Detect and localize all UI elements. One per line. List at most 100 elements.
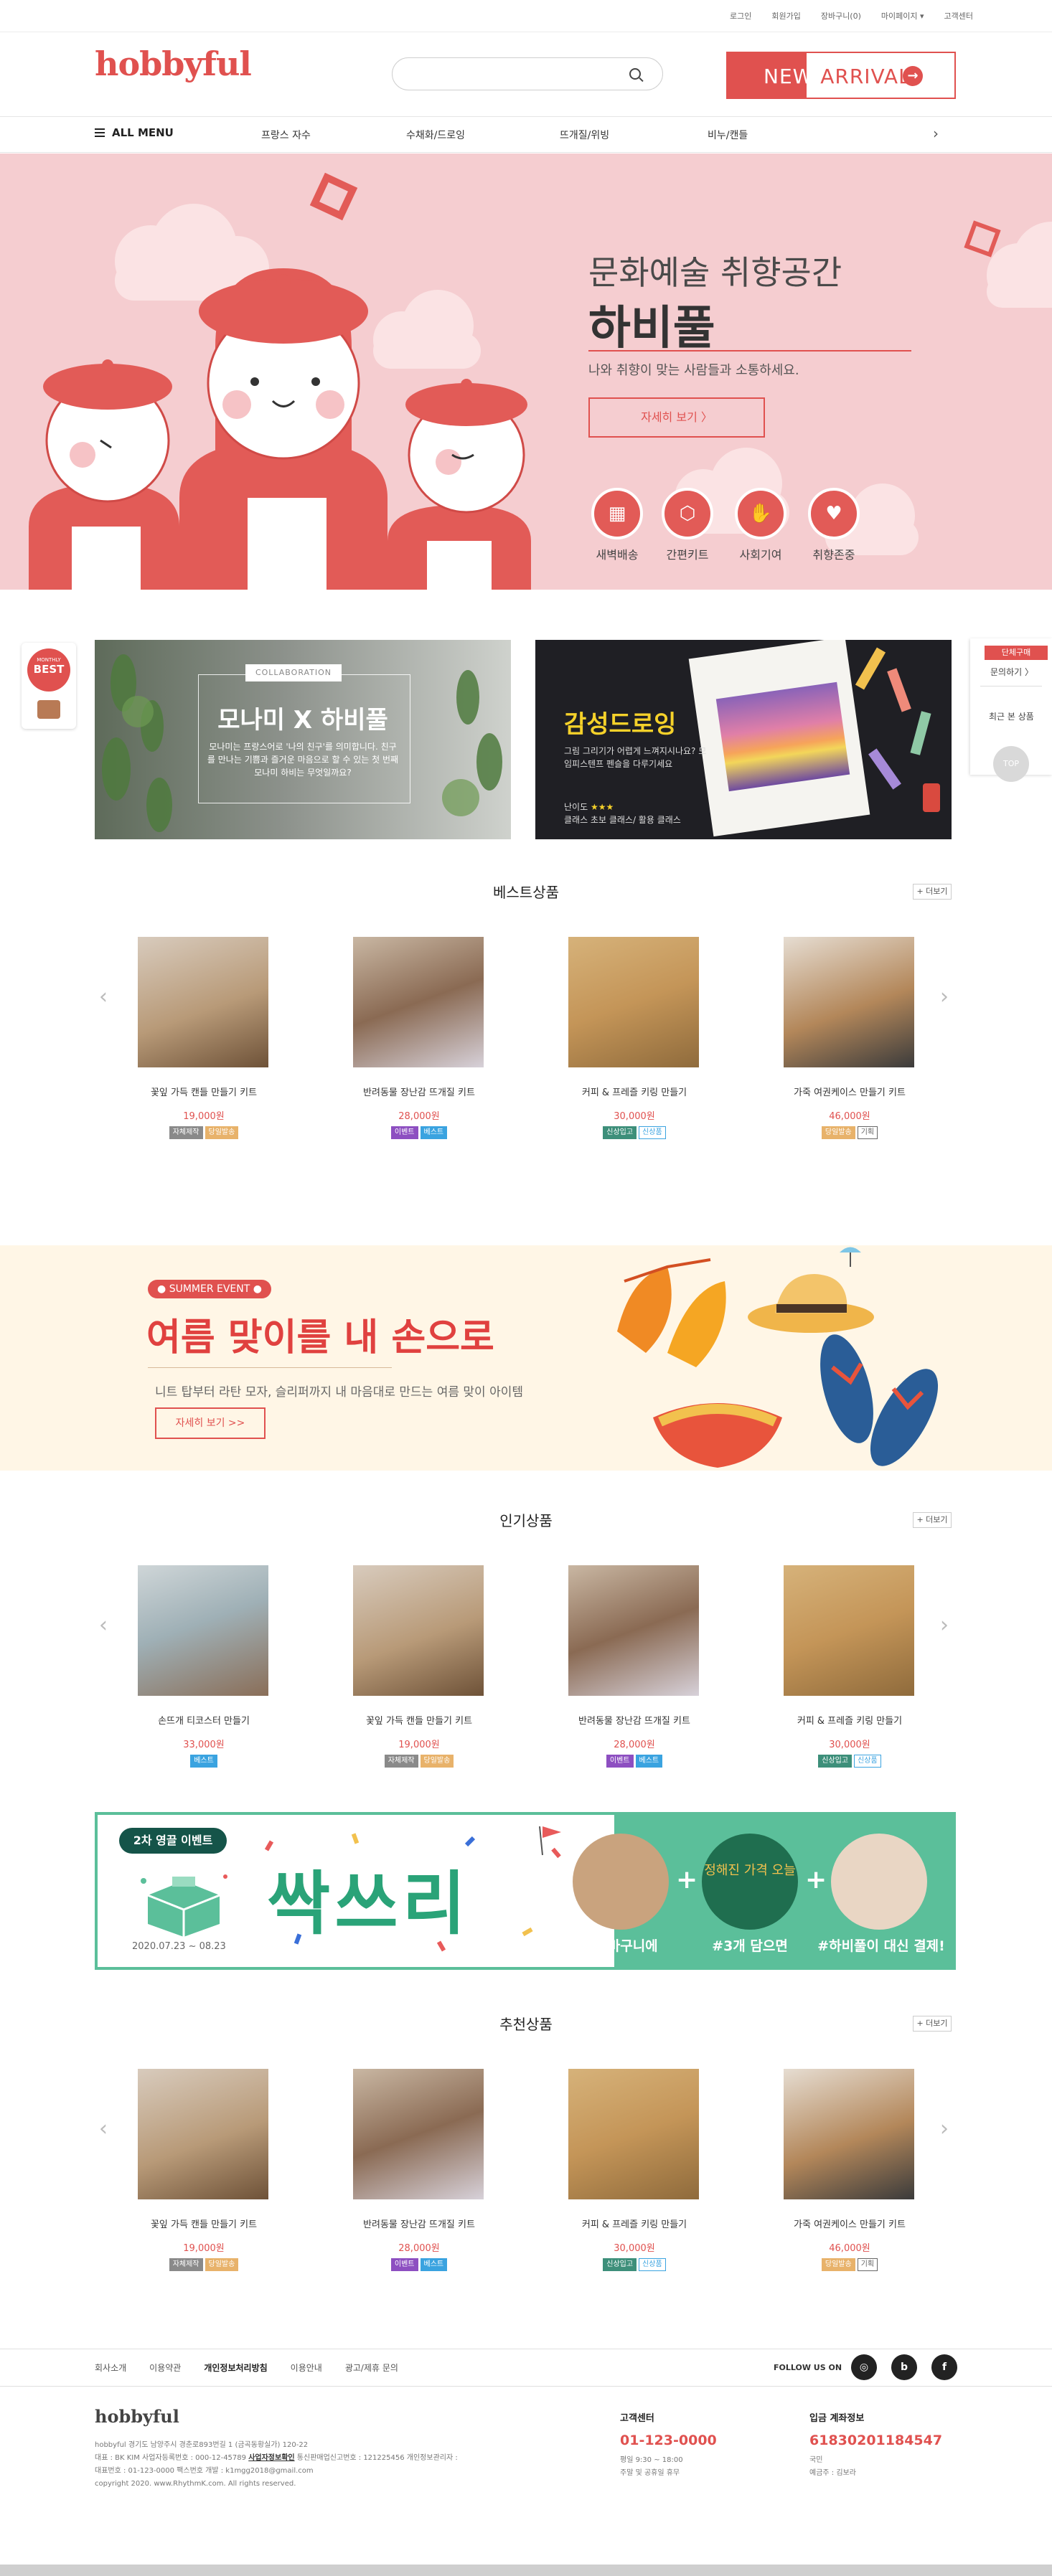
new-arrival-label: NEW ARRIVAL — [764, 65, 911, 88]
heart-icon: ♥ — [808, 488, 860, 539]
summer-event-banner[interactable]: ● SUMMER EVENT ● 여름 맞이를 내 손으로 니트 탑부터 라탄 … — [0, 1245, 1052, 1471]
product-name[interactable]: 가죽 여권케이스 만들기 키트 — [784, 2217, 916, 2230]
nav-item-watercolor[interactable]: 수채화/드로잉 — [406, 128, 465, 142]
product-card[interactable]: 커피 & 프레즐 키링 만들기 30,000원 신상입고 신상품 — [568, 2069, 700, 2271]
footer-link-partnership[interactable]: 광고/제휴 문의 — [345, 2362, 398, 2374]
all-menu-button[interactable]: ALL MENU — [95, 126, 174, 139]
scroll-top-button[interactable]: TOP — [993, 746, 1029, 782]
search-bar[interactable] — [392, 57, 663, 90]
more-button-recommend[interactable]: + 더보기 — [913, 2016, 952, 2032]
product-card[interactable]: 반려동물 장난감 뜨개질 키트 28,000원 이벤트 베스트 — [353, 2069, 485, 2271]
instagram-icon[interactable]: ◎ — [851, 2354, 877, 2380]
chevron-left-icon[interactable]: ‹ — [99, 984, 108, 1009]
nav-item-knitting[interactable]: 뜨개질/위빙 — [560, 128, 609, 142]
summer-detail-button[interactable]: 자세히 보기 >> — [155, 1407, 266, 1439]
feature-label: 간편키트 — [666, 548, 709, 562]
level-stars: ★★★ — [590, 802, 614, 812]
product-name[interactable]: 커피 & 프레즐 키링 만들기 — [568, 1085, 700, 1098]
search-input[interactable] — [407, 58, 622, 90]
blog-icon[interactable]: b — [891, 2354, 917, 2380]
product-image[interactable] — [568, 1565, 699, 1696]
new-arrival-button[interactable]: NEW ARRIVAL → — [726, 52, 956, 99]
util-menu-item[interactable]: 장바구니(0) — [821, 10, 861, 22]
chevron-left-icon[interactable]: ‹ — [99, 1613, 108, 1638]
util-menu-item[interactable]: 회원가입 — [771, 10, 800, 22]
recent-viewed-label[interactable]: 최근 본 상품 — [989, 710, 1034, 722]
arrival-label: ARRIVAL — [820, 65, 911, 88]
chevron-right-icon[interactable]: › — [933, 125, 939, 142]
group-purchase-badge[interactable]: 단체구매 — [985, 646, 1048, 660]
nav-item-soap[interactable]: 비누/캔들 — [708, 128, 748, 142]
product-name[interactable]: 가죽 여권케이스 만들기 키트 — [784, 1085, 916, 1098]
product-card[interactable]: 커피 & 프레즐 키링 만들기 30,000원 신상입고 신상품 — [568, 937, 700, 1139]
product-name[interactable]: 손뜨개 티코스터 만들기 — [138, 1713, 270, 1727]
product-card[interactable]: 꽃잎 가득 캔들 만들기 키트 19,000원 자체제작 당일발송 — [138, 2069, 270, 2271]
product-price: 30,000원 — [614, 2243, 655, 2254]
search-icon[interactable] — [629, 68, 641, 80]
inquiry-link[interactable]: 문의하기 〉 — [990, 666, 1033, 678]
footer-link-terms[interactable]: 이용약관 — [149, 2362, 181, 2374]
chevron-right-icon[interactable]: › — [940, 984, 949, 1009]
product-image[interactable] — [568, 2069, 699, 2199]
footer-link-privacy[interactable]: 개인정보처리방침 — [204, 2362, 267, 2374]
product-name[interactable]: 반려동물 장난감 뜨개질 키트 — [353, 1085, 485, 1098]
chevron-left-icon[interactable]: ‹ — [99, 2116, 108, 2141]
product-name[interactable]: 꽃잎 가득 캔들 만들기 키트 — [353, 1713, 485, 1727]
event-caption: #3개 담으면 — [712, 1938, 788, 1954]
product-image[interactable] — [353, 937, 484, 1067]
product-card[interactable]: 반려동물 장난감 뜨개질 키트 28,000원이벤트 베스트 — [353, 937, 485, 1139]
drawing-banner[interactable]: 감성드로잉 그림 그리기가 어렵게 느껴지시나요? 모임피스텐프 펜슬을 다루기… — [535, 640, 952, 839]
collab-banner[interactable]: COLLABORATION 모나미 X 하비풀 모나미는 프랑스어로 '나의 친… — [95, 640, 511, 839]
product-image[interactable] — [784, 2069, 914, 2199]
product-card[interactable]: 가죽 여권케이스 만들기 키트 46,000원 당일발송 기획 — [784, 937, 916, 1139]
horizontal-scrollbar[interactable] — [0, 2565, 1052, 2576]
product-image[interactable] — [784, 1565, 914, 1696]
facebook-icon[interactable]: f — [931, 2354, 957, 2380]
product-badge: 당일발송 — [821, 1126, 855, 1139]
product-name[interactable]: 반려동물 장난감 뜨개질 키트 — [568, 1713, 700, 1727]
chevron-right-icon[interactable]: › — [940, 2116, 949, 2141]
chevron-right-icon[interactable]: › — [940, 1613, 949, 1638]
product-image[interactable] — [568, 937, 699, 1067]
product-card[interactable]: 커피 & 프레즐 키링 만들기 30,000원 신상입고 신상품 — [784, 1565, 916, 1768]
more-button-popular[interactable]: + 더보기 — [913, 1512, 952, 1528]
feature-contribution[interactable]: ✋ 사회기여 — [732, 488, 789, 562]
more-button-best[interactable]: + 더보기 — [913, 884, 952, 900]
feature-dawn-delivery[interactable]: ▦ 새벽배송 — [588, 488, 646, 562]
product-image[interactable] — [138, 1565, 268, 1696]
product-name[interactable]: 커피 & 프레즐 키링 만들기 — [784, 1713, 916, 1727]
product-card[interactable]: 반려동물 장난감 뜨개질 키트 28,000원 이벤트 베스트 — [568, 1565, 700, 1768]
product-card[interactable]: 가죽 여권케이스 만들기 키트 46,000원 당일발송 기획 — [784, 2069, 916, 2271]
product-image[interactable] — [138, 937, 268, 1067]
util-menu-item[interactable]: 고객센터 — [944, 10, 973, 22]
feature-taste[interactable]: ♥ 취향존중 — [805, 488, 863, 562]
info-line: hobbyful 경기도 남양주시 경춘로893번길 1 (금곡동황실가) 12… — [95, 2441, 309, 2449]
product-name[interactable]: 반려동물 장난감 뜨개질 키트 — [353, 2217, 485, 2230]
product-image[interactable] — [138, 2069, 268, 2199]
product-name[interactable]: 커피 & 프레즐 키링 만들기 — [568, 2217, 700, 2230]
product-card[interactable]: 손뜨개 티코스터 만들기 33,000원 베스트 — [138, 1565, 270, 1768]
product-badge: 자체제작 — [169, 1126, 203, 1139]
hero-detail-button[interactable]: 자세히 보기 〉 — [588, 397, 765, 438]
business-info-link[interactable]: 사업자정보확인 — [248, 2454, 294, 2462]
collab-frame — [198, 674, 410, 803]
product-card[interactable]: 꽃잎 가득 캔들 만들기 키트 19,000원 자체제작 당일발송 — [138, 937, 270, 1139]
footer-link-company[interactable]: 회사소개 — [95, 2362, 126, 2374]
product-image[interactable] — [353, 2069, 484, 2199]
nav-item-embroidery[interactable]: 프랑스 자수 — [261, 128, 311, 142]
product-tags: 이벤트 베스트 — [353, 1126, 485, 1139]
product-image[interactable] — [353, 1565, 484, 1696]
sweep-event-banner[interactable]: 2차 영끌 이벤트 싹쓰리 2020.07.23 ~ 08.23 + 정해진 가… — [95, 1812, 956, 1970]
product-name[interactable]: 꽃잎 가득 캔들 만들기 키트 — [138, 2217, 270, 2230]
product-price: 28,000원 — [398, 1111, 440, 1122]
product-name[interactable]: 꽃잎 가득 캔들 만들기 키트 — [138, 1085, 270, 1098]
footer-link-guide[interactable]: 이용안내 — [291, 2362, 322, 2374]
product-image[interactable] — [784, 937, 914, 1067]
feature-easy-kit[interactable]: ⬡ 간편키트 — [659, 488, 716, 562]
bank-number: 61830201184547 — [809, 2433, 943, 2448]
util-menu-item[interactable]: 마이페이지 ▾ — [881, 10, 924, 22]
util-menu-item[interactable]: 로그인 — [730, 10, 751, 22]
site-logo[interactable]: hobbyful — [95, 44, 252, 83]
monthly-best-badge[interactable]: MONTHLY BEST — [22, 643, 76, 729]
product-card[interactable]: 꽃잎 가득 캔들 만들기 키트 19,000원 자체제작 당일발송 — [353, 1565, 485, 1768]
